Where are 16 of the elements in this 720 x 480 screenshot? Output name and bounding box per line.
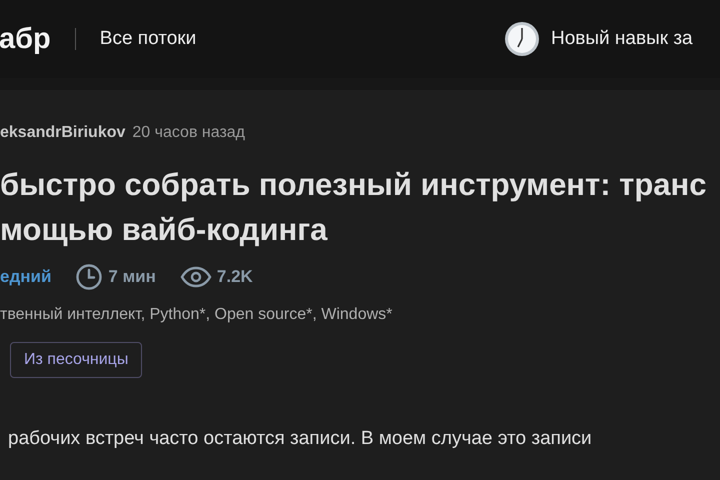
publish-time: 20 часов назад <box>132 124 246 142</box>
sandbox-badge: Из песочницы <box>10 342 142 378</box>
difficulty-label: едний <box>0 267 52 287</box>
hub-list: твенный интеллект, Python*, Open source*, Windows* <box>0 306 720 324</box>
article-title: мощью вайб-кодинга <box>0 211 328 249</box>
clock-icon <box>75 263 104 291</box>
promo-link[interactable]: Новый навык за <box>551 28 720 50</box>
clock-icon <box>504 21 540 57</box>
article-title: быстро собрать полезный инструмент: транс <box>0 166 706 204</box>
site-logo[interactable]: абр <box>0 22 51 56</box>
nav-link[interactable]: Все потоки <box>100 28 196 50</box>
reading-time: 7 мин <box>108 267 156 287</box>
author-name[interactable]: eksandrBiriukov <box>0 124 126 142</box>
article-text: рабочих встреч часто остаются записи. В моем случае это записи <box>8 428 593 450</box>
view-count: 7.2K <box>216 267 253 287</box>
eye-icon <box>180 266 212 288</box>
